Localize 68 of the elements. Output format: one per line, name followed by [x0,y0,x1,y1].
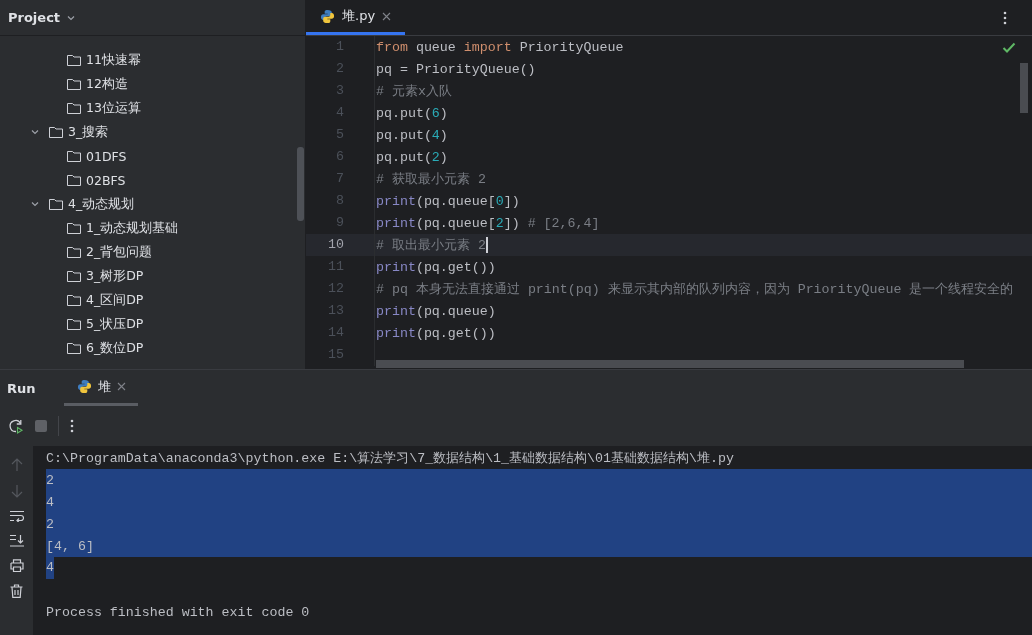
folder-icon [66,77,82,91]
code-line: pq.put(2) [375,149,448,165]
python-icon [320,8,335,24]
tree-item[interactable]: 5_状压DP [0,312,305,336]
folder-icon [66,221,82,235]
folder-icon [66,53,82,67]
folder-icon [66,149,82,163]
code-line: print(pq.get()) [375,325,496,341]
console-line: 4 [46,494,54,510]
rerun-icon[interactable] [8,418,24,434]
chevron-down-icon[interactable] [30,127,40,137]
code-line: # 取出最小元素 2 [375,237,486,254]
chevron-down-icon[interactable] [30,199,40,209]
soft-wrap-icon[interactable] [9,510,24,522]
more-options-icon[interactable] [70,419,74,433]
folder-icon [66,173,82,187]
folder-icon [48,197,64,211]
tree-item[interactable]: 4_区间DP [0,288,305,312]
text-cursor [485,237,488,253]
code-line: # 元素x入队 [375,83,452,100]
folder-icon [66,293,82,307]
folder-icon [66,101,82,115]
run-tab[interactable]: 堆 [63,370,138,406]
tree-item[interactable]: 12构造 [0,72,305,96]
print-icon[interactable] [9,559,24,572]
tree-item[interactable]: 3_搜索 [0,120,305,144]
code-line: # 获取最小元素 2 [375,171,486,188]
folder-icon [66,317,82,331]
console-line: Process finished with exit code 0 [46,604,310,620]
scrollbar[interactable] [297,147,304,221]
more-options-icon[interactable] [1003,10,1007,25]
tree-item[interactable]: 1_动态规划基础 [0,216,305,240]
console-line: C:\ProgramData\anaconda3\python.exe E:\算法学习\7_数据结构\1_基础数据结构\01基础数据结构\堆.py [46,450,734,467]
panel-title[interactable]: Project [8,10,61,25]
folder-icon [66,269,82,283]
check-icon [1002,42,1016,54]
folder-icon [66,341,82,355]
code-line: print(pq.queue[2]) # [2,6,4] [375,215,600,231]
code-line: print(pq.queue[0]) [375,193,520,209]
code-line: print(pq.queue) [375,303,496,319]
console-line: 2 [46,516,54,532]
panel-title: Run [7,380,36,396]
tree-item[interactable]: 4_动态规划 [0,192,305,216]
close-icon[interactable] [116,382,126,391]
code-line: pq = PriorityQueue() [375,61,536,77]
scrollbar[interactable] [376,360,964,368]
code-line: pq.put(6) [375,105,448,121]
line-number: 10 [306,234,375,256]
tree-item[interactable]: 2_背包问题 [0,240,305,264]
tree-item[interactable]: 02BFS [0,168,305,192]
console-line: [4, 6] [46,538,94,554]
python-icon [76,379,92,394]
tree-item[interactable]: 01DFS [0,144,305,168]
trash-icon[interactable] [10,584,23,598]
console-line: 2 [46,472,54,488]
file-tab[interactable]: 堆.py [306,0,406,35]
close-icon[interactable] [382,11,392,21]
scroll-to-end-icon[interactable] [9,534,24,547]
code-line: from queue import PriorityQueue [375,39,624,55]
code-line: pq.put(4) [375,127,448,143]
tree-item[interactable]: 6_数位DP [0,336,305,360]
tree-item[interactable]: 3_树形DP [0,264,305,288]
tree-item[interactable]: 11快速幂 [0,48,305,72]
tree-item[interactable]: 13位运算 [0,96,305,120]
code-line: print(pq.get()) [375,259,496,275]
folder-icon [66,245,82,259]
folder-icon [48,125,64,139]
scrollbar[interactable] [1020,63,1028,113]
